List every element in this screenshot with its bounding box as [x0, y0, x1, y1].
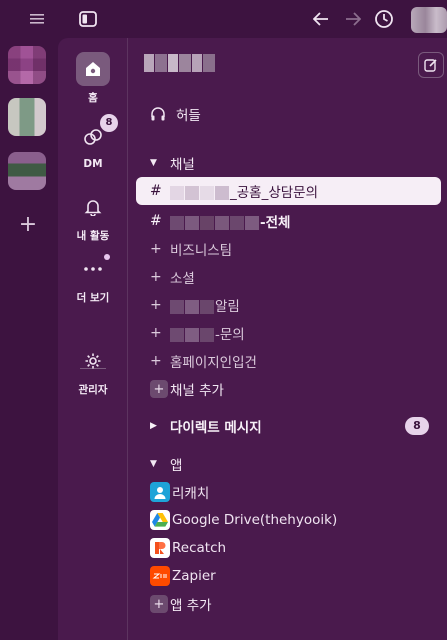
channel-item[interactable]: + 소셜	[136, 263, 441, 291]
rail-admin-label: 관리자	[78, 384, 108, 396]
channel-label: _공홈_상담문의	[170, 181, 318, 201]
add-app-button[interactable]: + 앱 추가	[136, 590, 441, 618]
rail-dm[interactable]: 8 DM	[58, 114, 128, 170]
channel-label: -전체	[170, 211, 290, 231]
workspace-avatar[interactable]	[8, 98, 46, 136]
unread-dot	[104, 254, 110, 260]
plus-icon: +	[150, 353, 162, 369]
dm-section-header[interactable]: ▶ 다이렉트 메시지 8	[136, 412, 441, 440]
forward-arrow-icon[interactable]	[342, 8, 364, 30]
add-icon: +	[150, 595, 168, 613]
add-channel-label: 채널 추가	[170, 383, 224, 399]
app-item[interactable]: Google Drive(thehyooik)	[136, 506, 441, 534]
channel-name-suffix: -문의	[215, 327, 245, 343]
channels-header-label: 채널	[170, 157, 195, 173]
dm-count-badge: 8	[405, 417, 429, 435]
more-dots-icon[interactable]	[76, 252, 110, 286]
rail-activity-label: 내 활동	[76, 230, 110, 242]
channel-label: 홈페이지인입건	[170, 355, 257, 371]
channel-label: 알림	[170, 295, 240, 315]
app-label: 리캐치	[172, 486, 210, 502]
channel-label: 소셜	[170, 271, 195, 287]
channel-item[interactable]: + 홈페이지인입건	[136, 347, 441, 375]
dm-icon[interactable]: 8	[76, 114, 118, 154]
recatch-icon	[150, 538, 170, 558]
rail-home-label: 홈	[88, 92, 98, 104]
huddle-label: 허들	[176, 108, 201, 124]
app-item[interactable]: Zapier	[136, 562, 441, 590]
plus-icon: +	[150, 269, 162, 285]
channel-item[interactable]: + 알림	[136, 291, 441, 319]
dm-header-label: 다이렉트 메시지	[170, 420, 262, 436]
plus-icon: +	[150, 241, 162, 257]
caret-down-icon: ▼	[150, 459, 157, 469]
add-app-label: 앱 추가	[170, 598, 212, 614]
channel-name-suffix: 알림	[215, 299, 240, 315]
nav-rail: 홈 8 DM 내 활동 더 보기 관리자	[58, 38, 128, 640]
sidebar-toggle-icon[interactable]	[77, 8, 99, 30]
rail-dm-label: DM	[83, 158, 103, 170]
bell-icon[interactable]	[76, 190, 110, 224]
app-label: Recatch	[172, 540, 227, 556]
history-clock-icon[interactable]	[373, 8, 395, 30]
caret-down-icon: ▼	[150, 158, 157, 168]
back-arrow-icon[interactable]	[310, 8, 332, 30]
zapier-icon	[150, 566, 170, 586]
channel-item[interactable]: + 비즈니스팀	[136, 235, 441, 263]
rail-admin[interactable]: 관리자	[58, 344, 128, 397]
add-workspace-icon[interactable]: +	[17, 214, 39, 236]
channel-item[interactable]: + -문의	[136, 319, 441, 347]
person-icon	[150, 482, 170, 502]
app-label: Zapier	[172, 568, 216, 584]
channel-item-selected[interactable]: # _공홈_상담문의	[136, 177, 441, 205]
plus-icon: +	[150, 325, 162, 341]
rail-more-label: 더 보기	[76, 292, 110, 304]
plus-icon: +	[150, 297, 162, 313]
app-item[interactable]: 리캐치	[136, 478, 441, 506]
workspace-switcher: +	[0, 38, 58, 640]
rail-activity[interactable]: 내 활동	[58, 190, 128, 243]
menu-icon[interactable]	[26, 8, 48, 30]
add-channel-button[interactable]: + 채널 추가	[136, 375, 441, 403]
search-bar-partial[interactable]	[411, 7, 447, 33]
sidebar-item-huddle[interactable]: 허들	[136, 100, 441, 128]
rail-more[interactable]: 더 보기	[58, 252, 128, 305]
workspace-avatar[interactable]	[8, 152, 46, 190]
caret-right-icon: ▶	[150, 421, 157, 431]
gear-icon[interactable]	[76, 344, 110, 378]
channels-section-header[interactable]: ▼ 채널	[136, 149, 441, 177]
apps-header-label: 앱	[170, 458, 183, 474]
app-item[interactable]: Recatch	[136, 534, 441, 562]
google-drive-icon	[150, 510, 170, 530]
top-bar	[0, 0, 447, 38]
app-label: Google Drive(thehyooik)	[172, 512, 338, 528]
home-icon[interactable]	[76, 52, 110, 86]
channel-label: 비즈니스팀	[170, 243, 233, 259]
channel-label: -문의	[170, 323, 245, 343]
hash-icon: #	[150, 183, 162, 199]
channel-name-suffix: -전체	[260, 215, 291, 231]
rail-home[interactable]: 홈	[58, 52, 128, 105]
dm-badge: 8	[100, 114, 118, 132]
headphones-icon	[150, 106, 170, 122]
add-icon: +	[150, 380, 168, 398]
workspace-name-pixelated[interactable]	[144, 52, 216, 74]
channel-sidebar: 허들 ▼ 채널 # _공홈_상담문의 # -전체 + 비즈니스팀 + 소셜 + …	[128, 38, 447, 640]
apps-section-header[interactable]: ▼ 앱	[136, 450, 441, 478]
compose-icon[interactable]	[418, 52, 444, 78]
hash-icon: #	[150, 213, 162, 229]
channel-name-suffix: _공홈_상담문의	[230, 185, 319, 201]
workspace-avatar[interactable]	[8, 46, 46, 84]
channel-item[interactable]: # -전체	[136, 207, 441, 235]
